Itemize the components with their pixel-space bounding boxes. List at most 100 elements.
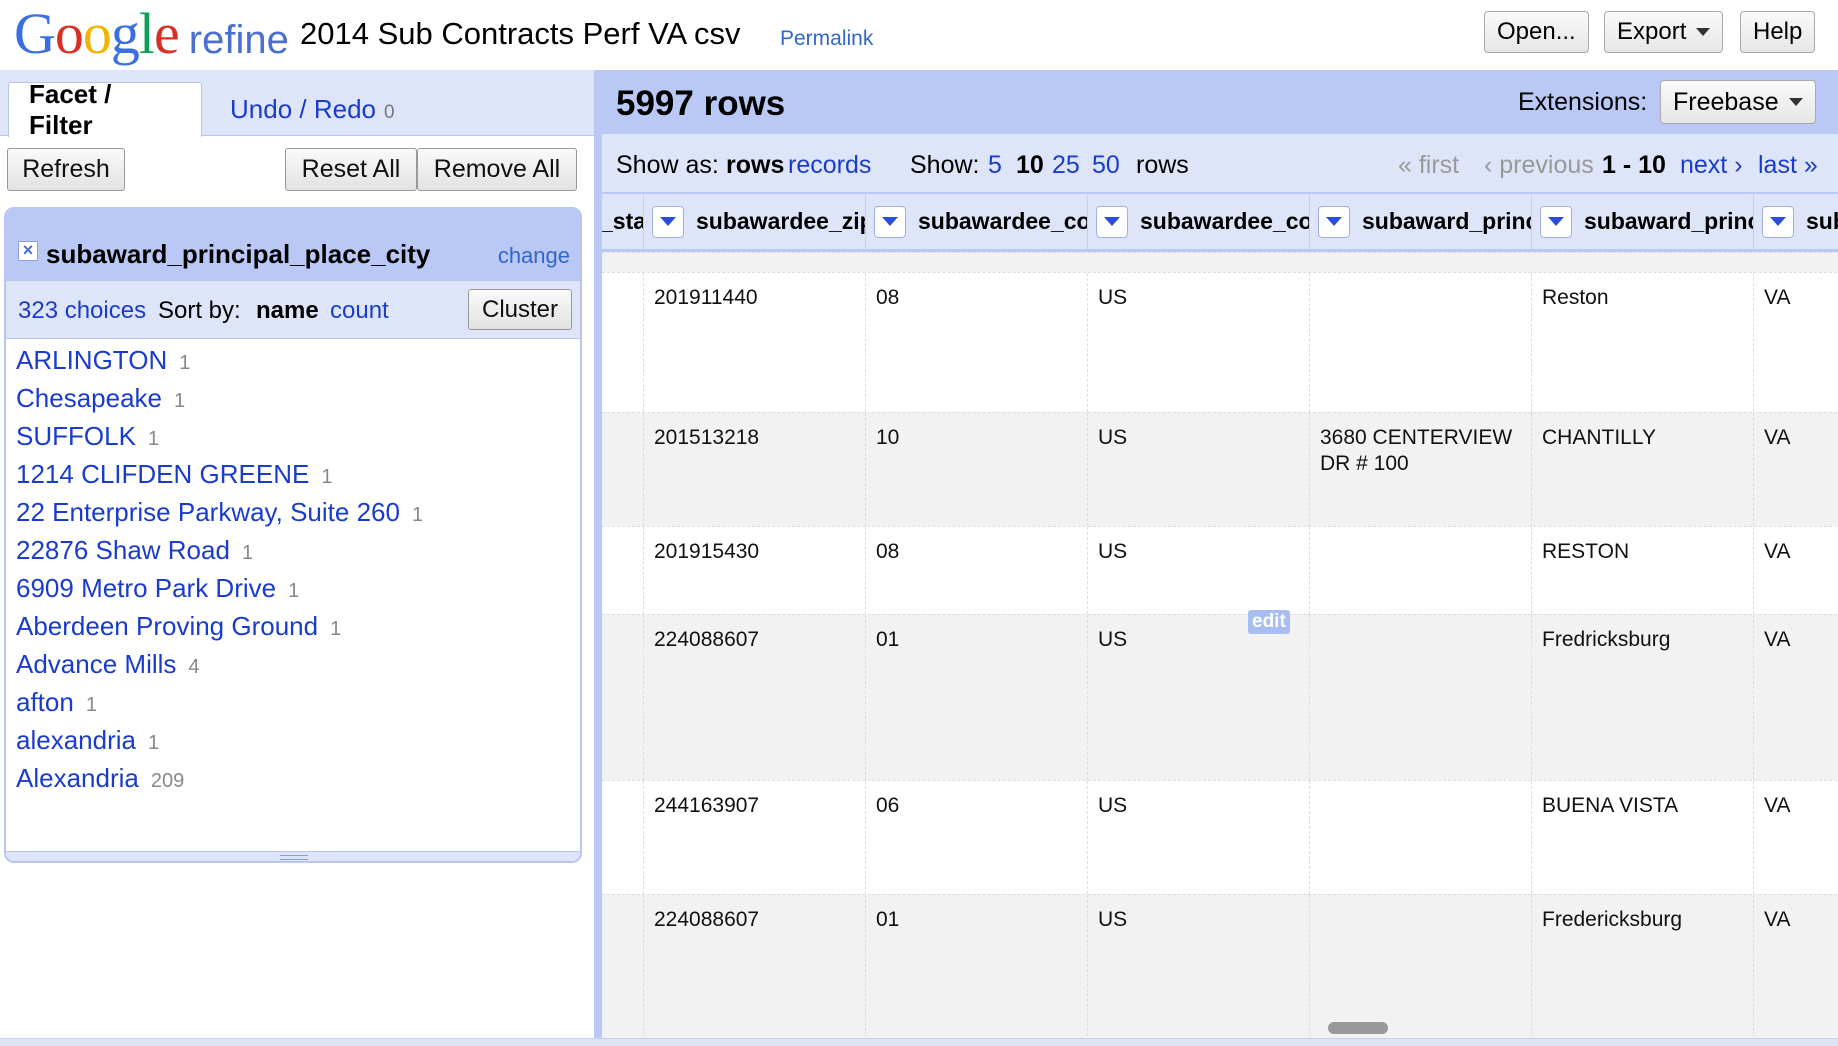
facet-choice-label[interactable]: 22 Enterprise Parkway, Suite 260: [16, 497, 400, 528]
reset-all-button[interactable]: Reset All: [285, 148, 417, 191]
table-row[interactable]: 224088607 01 US Fredricksburg VA: [602, 614, 1838, 780]
facet-choice[interactable]: 6909 Metro Park Drive 1: [6, 567, 580, 605]
page-size-5[interactable]: 5: [988, 151, 1002, 180]
table-cell[interactable]: 08: [865, 273, 1087, 412]
column-header[interactable]: subaward_principal_place_city: [1531, 194, 1753, 249]
table-cell[interactable]: VA: [1753, 781, 1838, 894]
table-cell[interactable]: 201911440: [643, 273, 865, 412]
table-row[interactable]: 201915430 08 US RESTON VA: [602, 526, 1838, 614]
table-cell[interactable]: [1309, 273, 1531, 412]
table-cell[interactable]: 224088607: [643, 615, 865, 780]
table-cell[interactable]: US: [1087, 527, 1309, 614]
tab-facet-filter[interactable]: Facet / Filter: [8, 79, 202, 140]
table-cell[interactable]: Fredricksburg: [1531, 615, 1753, 780]
close-icon[interactable]: ×: [18, 241, 38, 261]
table-cell[interactable]: [602, 527, 643, 614]
cluster-button[interactable]: Cluster: [468, 289, 572, 330]
chevron-down-icon[interactable]: [1540, 205, 1572, 238]
table-cell[interactable]: [602, 895, 643, 1046]
table-cell[interactable]: 224088607: [643, 895, 865, 1046]
table-row[interactable]: 224088607 01 US Fredericksburg VA: [602, 894, 1838, 1046]
table-cell[interactable]: [1309, 781, 1531, 894]
google-refine-logo[interactable]: Google refine: [14, 4, 289, 64]
column-header[interactable]: subawardee_congressional_district: [865, 194, 1087, 249]
table-cell[interactable]: 08: [865, 527, 1087, 614]
facet-choice-label[interactable]: SUFFOLK: [16, 421, 136, 452]
facet-choice-label[interactable]: Alexandria: [16, 763, 139, 794]
table-cell[interactable]: [1309, 615, 1531, 780]
chevron-down-icon[interactable]: [652, 205, 684, 238]
table-cell[interactable]: 01: [865, 895, 1087, 1046]
facet-choice[interactable]: Chesapeake 1: [6, 377, 580, 415]
show-as-records-link[interactable]: records: [788, 151, 871, 180]
refresh-button[interactable]: Refresh: [7, 148, 125, 191]
table-cell[interactable]: Fredericksburg: [1531, 895, 1753, 1046]
open-button[interactable]: Open...: [1484, 11, 1589, 53]
table-cell[interactable]: [602, 413, 643, 526]
table-cell[interactable]: US: [1087, 895, 1309, 1046]
extensions-dropdown[interactable]: Freebase: [1660, 80, 1816, 124]
facet-choice[interactable]: Aberdeen Proving Ground 1: [6, 605, 580, 643]
table-cell[interactable]: US: [1087, 273, 1309, 412]
chevron-down-icon[interactable]: [1318, 205, 1350, 238]
table-cell[interactable]: [602, 615, 643, 780]
page-size-25[interactable]: 25: [1052, 151, 1080, 180]
facet-choice-label[interactable]: ARLINGTON: [16, 345, 167, 376]
chevron-down-icon[interactable]: [1762, 205, 1794, 238]
table-cell[interactable]: VA: [1753, 527, 1838, 614]
table-cell[interactable]: CHANTILLY: [1531, 413, 1753, 526]
facet-choice-label[interactable]: afton: [16, 687, 74, 718]
table-cell[interactable]: VA: [1753, 413, 1838, 526]
facet-choice-label[interactable]: 1214 CLIFDEN GREENE: [16, 459, 309, 490]
sort-by-count-link[interactable]: count: [330, 297, 389, 325]
facet-choice[interactable]: afton 1: [6, 681, 580, 719]
facet-choice[interactable]: SUFFOLK 1: [6, 415, 580, 453]
facet-resize-handle[interactable]: [6, 851, 580, 861]
table-cell[interactable]: Reston: [1531, 273, 1753, 412]
table-cell[interactable]: 201915430: [643, 527, 865, 614]
facet-choice-label[interactable]: 22876 Shaw Road: [16, 535, 230, 566]
permalink-link[interactable]: Permalink: [780, 27, 873, 51]
page-size-50[interactable]: 50: [1092, 151, 1120, 180]
table-cell[interactable]: 10: [865, 413, 1087, 526]
facet-choice[interactable]: 1214 CLIFDEN GREENE 1: [6, 453, 580, 491]
facet-choice[interactable]: 22 Enterprise Parkway, Suite 260 1: [6, 491, 580, 529]
table-cell[interactable]: [602, 273, 643, 412]
export-button[interactable]: Export: [1604, 11, 1724, 53]
next-page-link[interactable]: next ›: [1680, 151, 1743, 180]
column-header[interactable]: _sta: [602, 194, 643, 249]
facet-choice-list[interactable]: ARLINGTON 1 Chesapeake 1 SUFFOLK 1 1214 CLI…: [6, 339, 580, 855]
table-row[interactable]: 201911440 08 US Reston VA: [602, 272, 1838, 412]
column-header[interactable]: subawardee_zip: [643, 194, 865, 249]
table-cell[interactable]: [1309, 527, 1531, 614]
table-cell[interactable]: 244163907: [643, 781, 865, 894]
horizontal-scrollbar[interactable]: [1328, 1022, 1388, 1034]
table-cell[interactable]: VA: [1753, 615, 1838, 780]
chevron-down-icon[interactable]: [874, 205, 906, 238]
facet-choice[interactable]: Alexandria 209: [6, 757, 580, 795]
table-cell[interactable]: US: [1087, 413, 1309, 526]
chevron-down-icon[interactable]: [1096, 205, 1128, 238]
facet-choice-label[interactable]: 6909 Metro Park Drive: [16, 573, 276, 604]
table-cell[interactable]: US: [1087, 781, 1309, 894]
table-cell[interactable]: 3680 CENTERVIEW DR # 100: [1309, 413, 1531, 526]
table-cell[interactable]: 06: [865, 781, 1087, 894]
table-cell[interactable]: VA: [1753, 273, 1838, 412]
table-row[interactable]: 244163907 06 US BUENA VISTA VA: [602, 780, 1838, 894]
column-header[interactable]: subaward_principal_place_state: [1753, 194, 1838, 249]
facet-choices-count[interactable]: 323 choices: [18, 297, 146, 325]
facet-choice-label[interactable]: Advance Mills: [16, 649, 176, 680]
table-cell[interactable]: 01: [865, 615, 1087, 780]
facet-choice[interactable]: Advance Mills 4: [6, 643, 580, 681]
facet-choice-label[interactable]: Chesapeake: [16, 383, 162, 414]
facet-choice-label[interactable]: alexandria: [16, 725, 136, 756]
facet-choice[interactable]: alexandria 1: [6, 719, 580, 757]
facet-choice[interactable]: ARLINGTON 1: [6, 339, 580, 377]
facet-change-link[interactable]: change: [498, 243, 570, 269]
table-cell[interactable]: RESTON: [1531, 527, 1753, 614]
help-button[interactable]: Help: [1740, 11, 1816, 53]
table-cell[interactable]: VA: [1753, 895, 1838, 1046]
edit-cell-button[interactable]: edit: [1248, 610, 1290, 634]
facet-choice[interactable]: 22876 Shaw Road 1: [6, 529, 580, 567]
table-cell[interactable]: BUENA VISTA: [1531, 781, 1753, 894]
